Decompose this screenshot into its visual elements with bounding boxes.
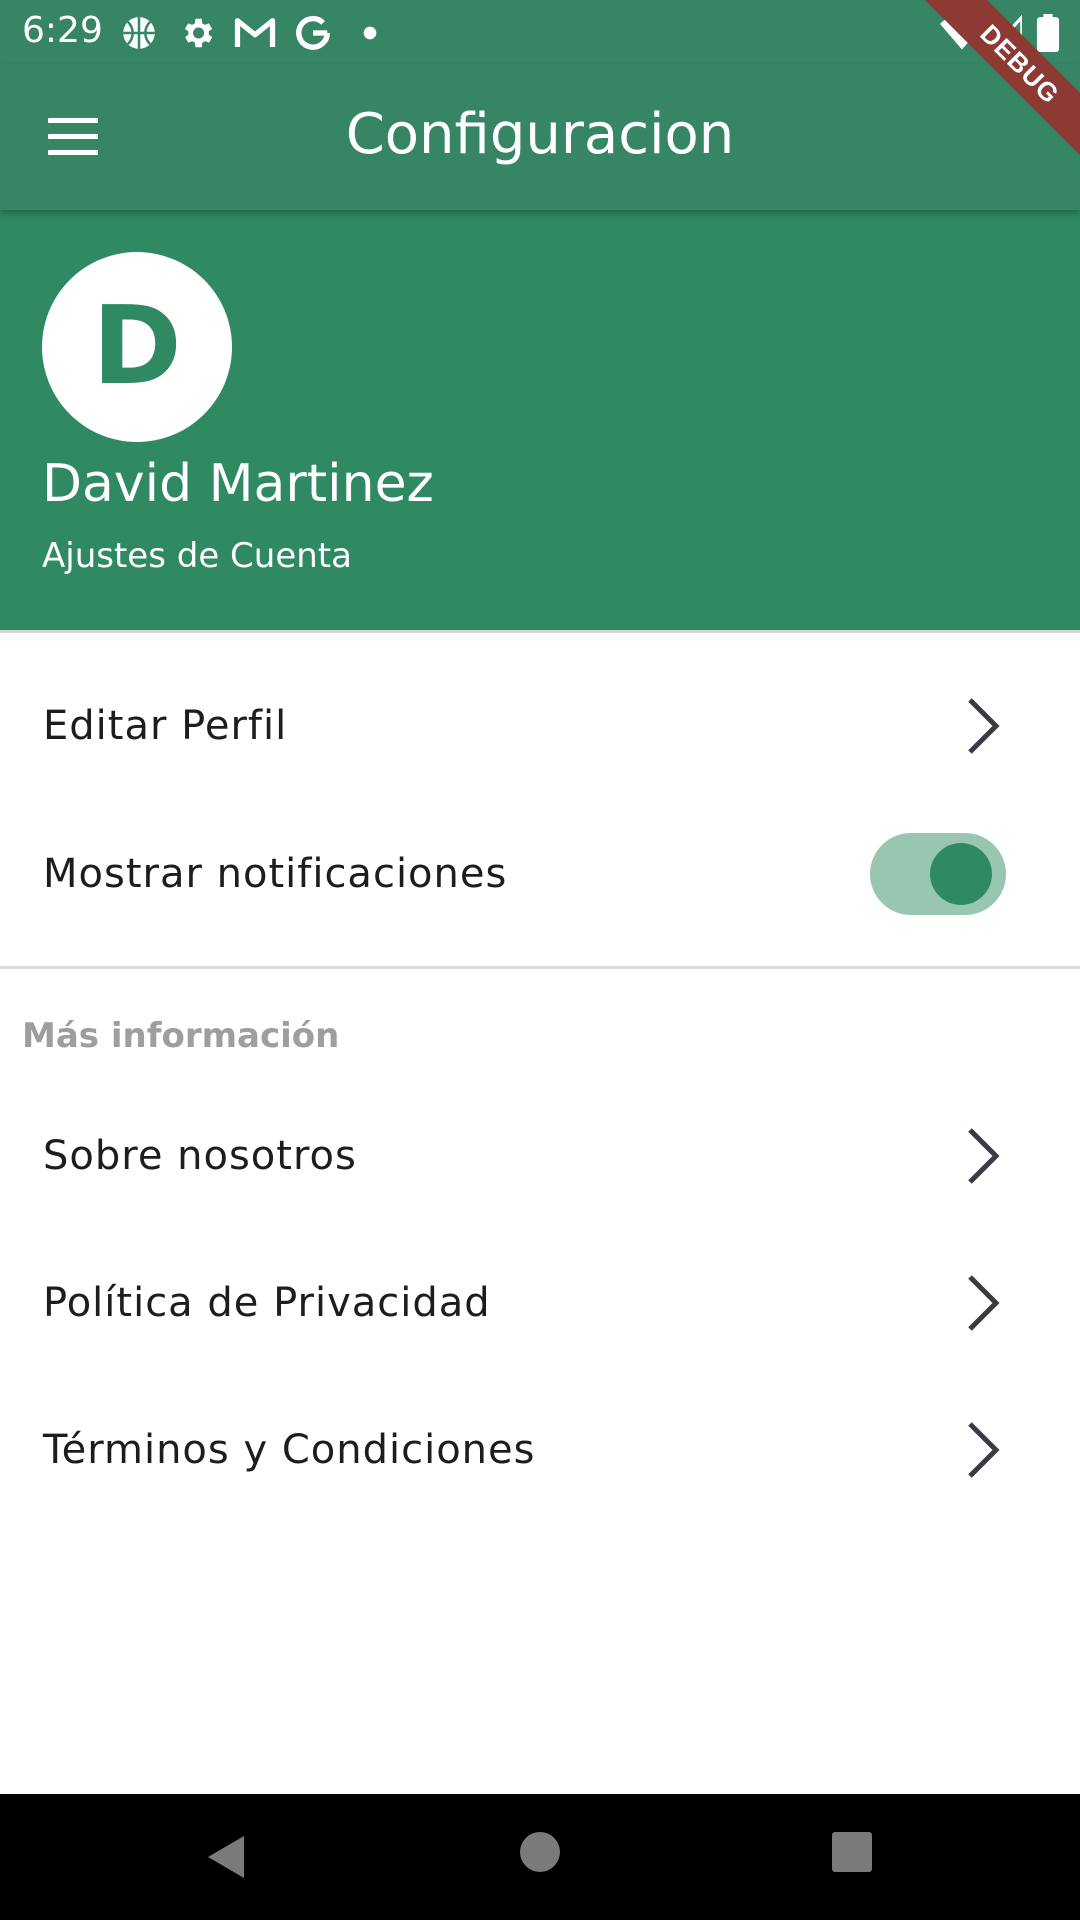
notifications-label: Mostrar notificaciones [43, 851, 508, 897]
edit-profile-row[interactable]: Editar Perfil [0, 653, 1080, 799]
terms-conditions-row[interactable]: Términos y Condiciones [0, 1377, 1080, 1523]
chevron-right-icon [968, 698, 1000, 754]
gmail-icon [234, 18, 276, 47]
app-bar: Configuracion [0, 64, 1080, 210]
status-bar: 6:29 [0, 0, 1080, 64]
privacy-policy-row[interactable]: Política de Privacidad [0, 1230, 1080, 1376]
chevron-right-icon [968, 1128, 1000, 1184]
basketball-icon [123, 17, 155, 49]
recents-icon[interactable] [832, 1832, 872, 1872]
toggle-knob [930, 843, 992, 905]
header-divider [0, 630, 1080, 633]
gear-icon [184, 18, 213, 48]
notifications-toggle[interactable] [870, 833, 1006, 915]
account-settings-subtitle: Ajustes de Cuenta [42, 536, 352, 576]
privacy-policy-label: Política de Privacidad [43, 1280, 491, 1326]
home-icon[interactable] [520, 1832, 560, 1872]
edit-profile-label: Editar Perfil [43, 703, 288, 749]
page-title: Configuracion [345, 102, 735, 167]
back-icon[interactable] [204, 1832, 254, 1882]
google-icon [296, 16, 330, 50]
about-us-row[interactable]: Sobre nosotros [0, 1083, 1080, 1229]
more-info-section-title: Más información [22, 1016, 340, 1056]
terms-conditions-label: Términos y Condiciones [43, 1427, 536, 1473]
status-time: 6:29 [22, 10, 103, 51]
chevron-right-icon [968, 1275, 1000, 1331]
notifications-row: Mostrar notificaciones [0, 801, 1080, 947]
system-nav-bar [0, 1794, 1080, 1920]
profile-header: D David Martinez Ajustes de Cuenta [0, 210, 1080, 630]
dot-icon [363, 26, 377, 40]
chevron-right-icon [968, 1422, 1000, 1478]
about-us-label: Sobre nosotros [43, 1133, 357, 1179]
battery-icon [1036, 14, 1060, 52]
section-divider [0, 966, 1080, 969]
avatar: D [42, 252, 232, 442]
user-name: David Martinez [42, 454, 434, 514]
